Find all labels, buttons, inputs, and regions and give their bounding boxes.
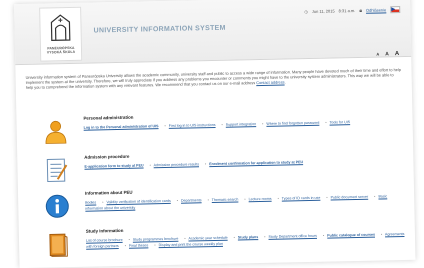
link-weekly-plan[interactable]: Display and print the course weekly plan [159, 241, 223, 246]
font-size-small[interactable]: A [376, 52, 379, 58]
link-academic-schedule[interactable]: Academic year schedule [188, 236, 227, 241]
clock-icon: ◷ [304, 8, 308, 15]
book-icon [49, 233, 68, 257]
link-enrolment-confirmation[interactable]: Enrolment confirmation for application t… [209, 160, 303, 166]
intro-text: University information system of Paneuró… [25, 67, 401, 90]
section-study-information: Study information List of course brochur… [29, 222, 406, 268]
font-size-large[interactable]: A [395, 51, 399, 57]
section-links: List of course brochure • Study programme… [85, 232, 405, 249]
link-course-catalogue[interactable]: Public catalogue of courses [327, 233, 375, 238]
link-thematic-search[interactable]: Thematic search [212, 197, 239, 202]
link-bodies[interactable]: Bodies [85, 200, 96, 204]
section-title: Personal administration [83, 114, 134, 121]
info-icon [45, 194, 69, 218]
link-programmes-brochure[interactable]: Study programmes brochure [133, 237, 179, 242]
section-personal-administration: Personal administration Log in to the Pe… [26, 109, 403, 155]
university-logo[interactable]: PANEURÓPSKA VYSOKÁ ŠKOLA [39, 6, 83, 62]
link-forgotten-password[interactable]: Where to find forgotten password [266, 121, 319, 126]
logo-line-2: VYSOKÁ ŠKOLA [46, 49, 76, 55]
link-admission-results[interactable]: Admission procedure results [154, 162, 199, 167]
link-tools[interactable]: Tools for UIS [329, 120, 350, 124]
system-title: UNIVERSITY INFORMATION SYSTEM [93, 24, 226, 35]
link-course-brochure[interactable]: List of course brochure [86, 238, 123, 243]
link-lecture-rooms[interactable]: Lecture rooms [249, 197, 272, 201]
person-icon [45, 120, 67, 144]
link-departments[interactable]: Departments [181, 198, 202, 202]
header: PANEURÓPSKA VYSOKÁ ŠKOLA UNIVERSITY INFO… [14, 0, 412, 66]
intro-paragraph: University information system of Paneuró… [25, 67, 401, 90]
link-support-integration[interactable]: Support integration [226, 122, 256, 127]
logo-text: PANEURÓPSKA VYSOKÁ ŠKOLA [42, 46, 80, 55]
top-info-bar: ◷ Jun 11, 2015 8:31 a.m. 🔒︎ Odhlásenie [304, 6, 401, 15]
language-flag-icon[interactable] [390, 6, 401, 14]
link-e-application[interactable]: E-application form to study at PEU [84, 163, 143, 168]
section-title: Admission procedure [84, 153, 130, 160]
section-links: E-application form to study at PEU • Admi… [84, 160, 304, 169]
logout-link[interactable]: Odhlásenie [366, 7, 386, 12]
time-text: 8:31 a.m. [338, 8, 356, 14]
link-public-document-server[interactable]: Public document server [331, 195, 369, 200]
page: PANEURÓPSKA VYSOKÁ ŠKOLA UNIVERSITY INFO… [14, 0, 416, 268]
link-first-login[interactable]: First log in to UIS instructions [169, 123, 216, 128]
contact-link[interactable]: Contact address [256, 79, 284, 85]
date-text: Jun 11, 2015 [311, 8, 335, 14]
section-title: Study information [85, 227, 124, 234]
font-size-medium[interactable]: A [385, 51, 389, 57]
lock-icon: 🔒︎ [359, 7, 363, 14]
form-icon [46, 158, 68, 182]
link-office-hours[interactable]: Study Department office hours [268, 234, 317, 239]
link-personal-admin-login[interactable]: Log in to the Personal administration of… [84, 124, 159, 130]
section-links: Log in to the Personal administration of… [83, 120, 351, 130]
link-id-card-types[interactable]: Types of ID cards in use [282, 196, 321, 201]
link-id-verification[interactable]: Validity verification of identification … [106, 199, 170, 204]
link-final-theses[interactable]: Final theses [129, 243, 148, 247]
font-size-controls: A A A [376, 51, 399, 57]
section-title: Information about PEU [84, 189, 133, 196]
link-study-plans[interactable]: Study plans [238, 235, 258, 239]
building-icon [50, 14, 71, 41]
section-links: Bodies • Validity verification of identif… [85, 194, 388, 211]
